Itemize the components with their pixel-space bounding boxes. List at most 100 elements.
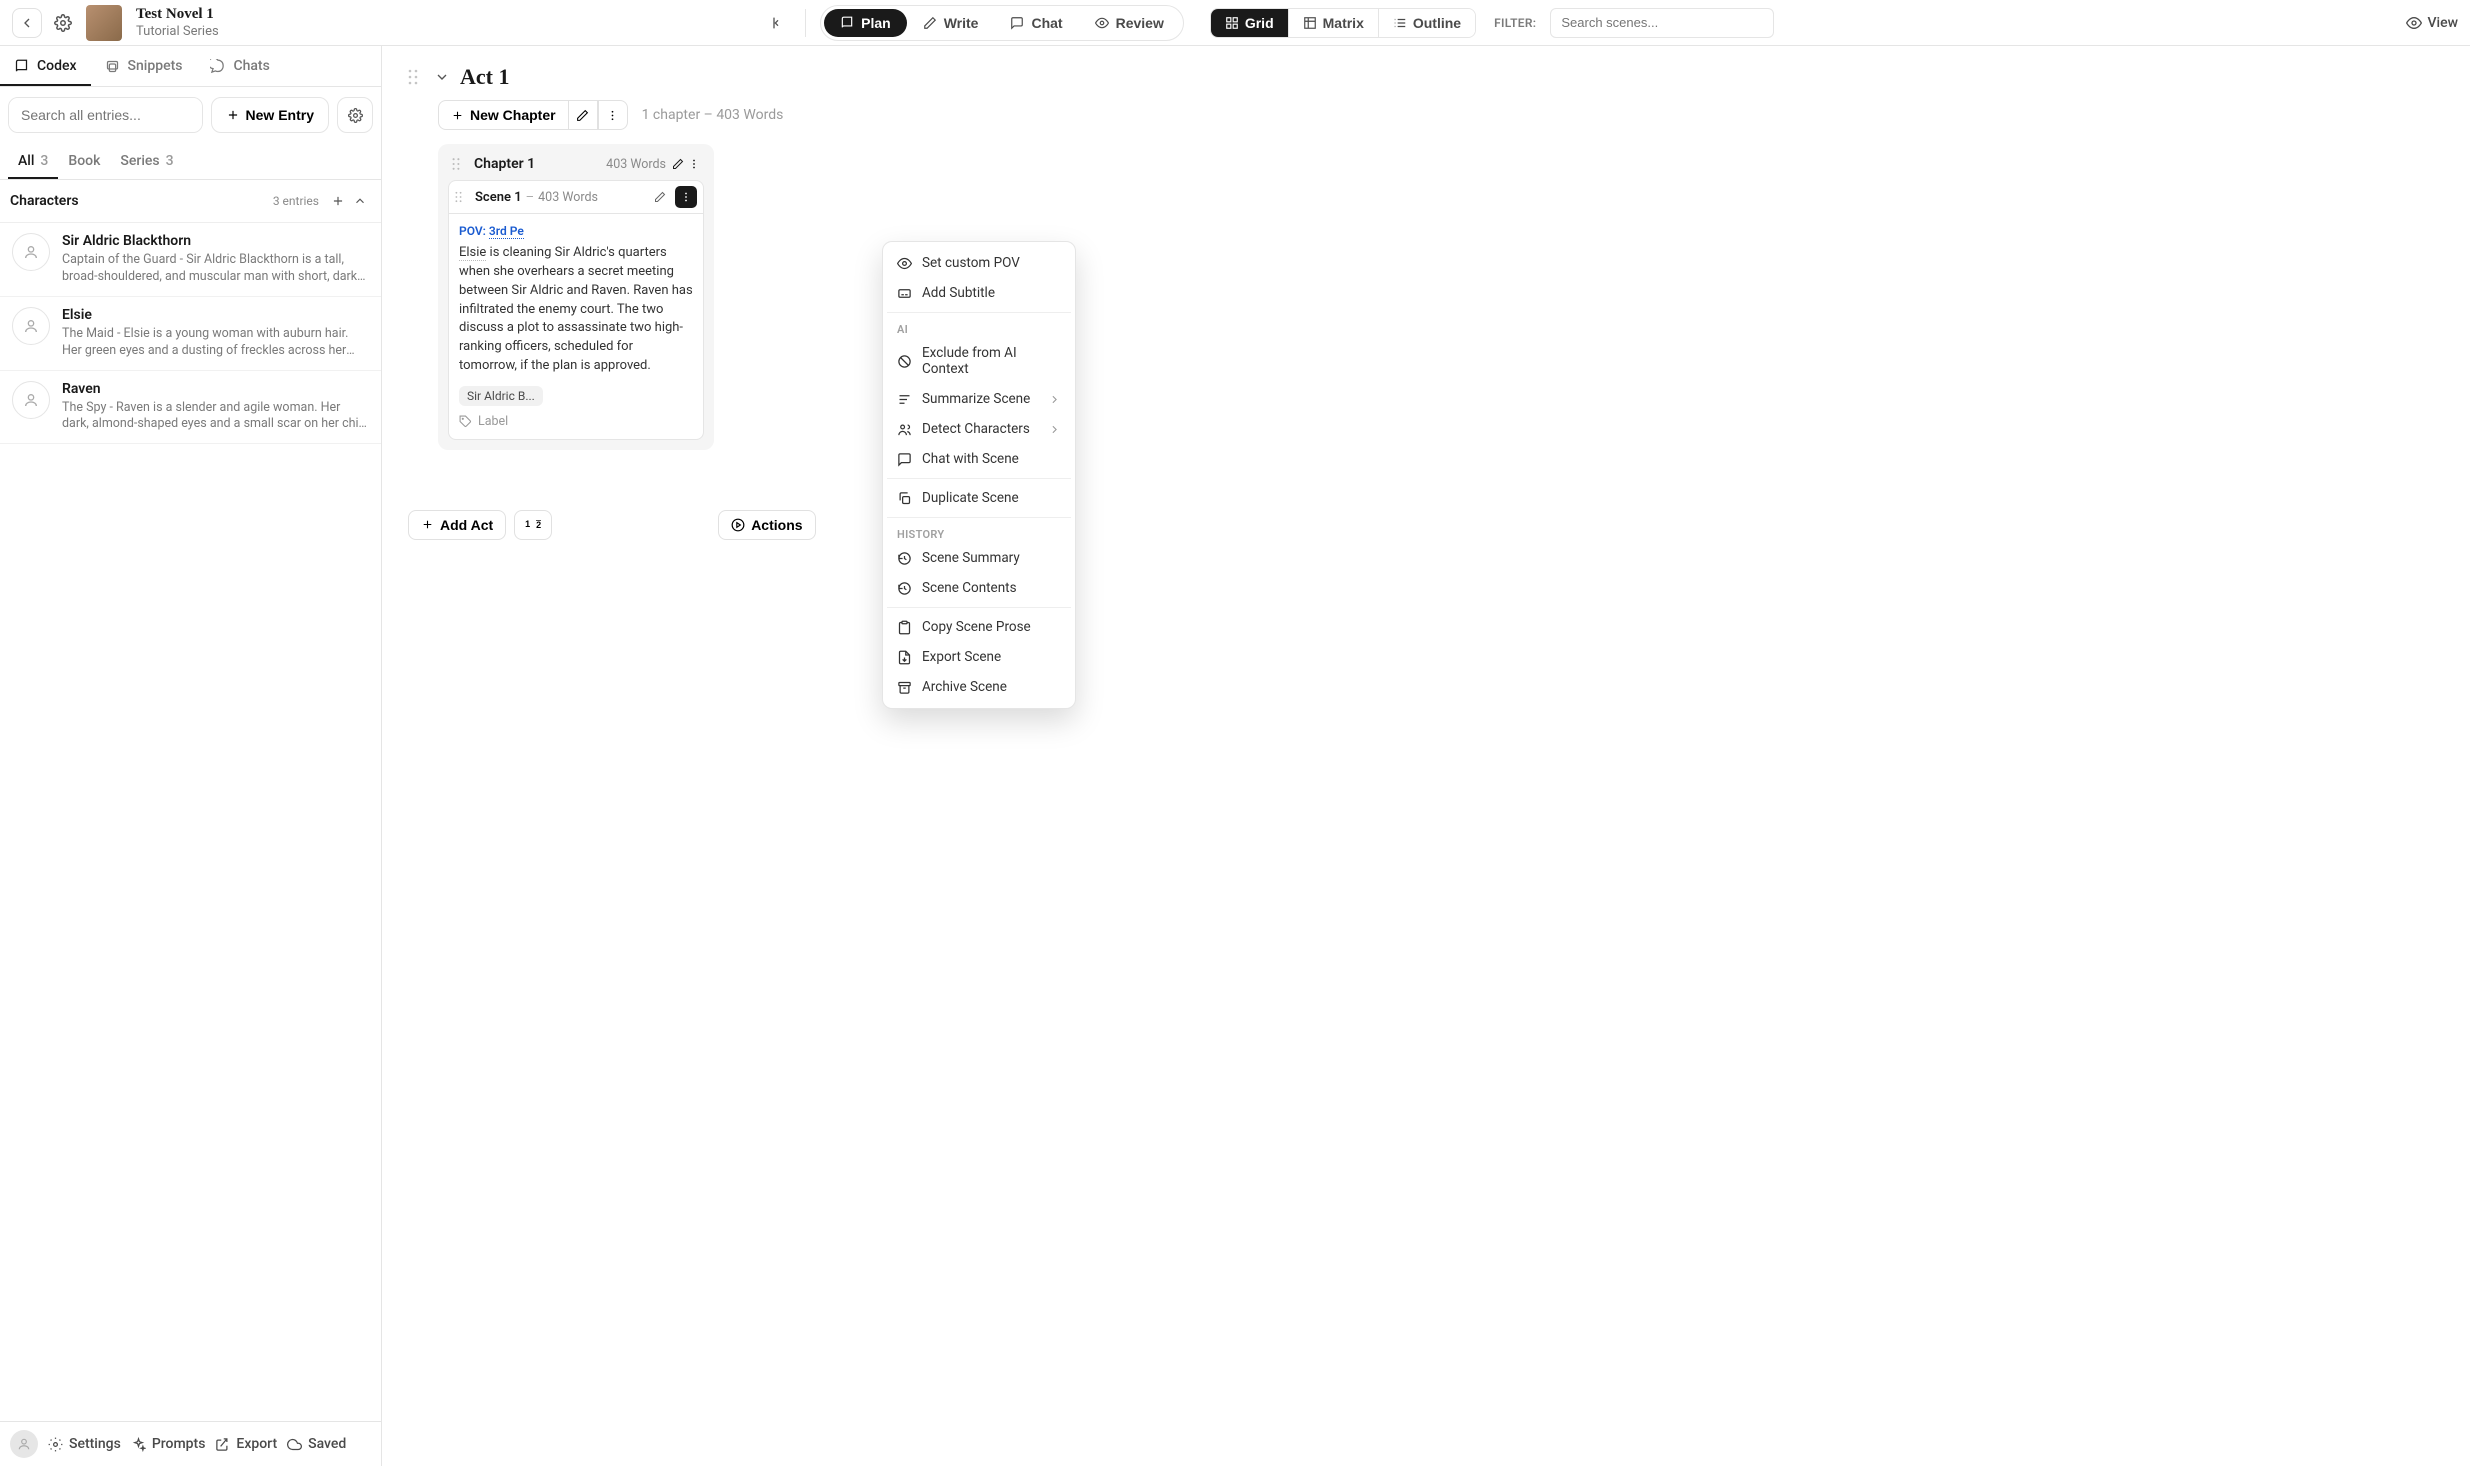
new-entry-button[interactable]: New Entry <box>211 97 329 133</box>
ctx-duplicate[interactable]: Duplicate Scene <box>887 483 1071 513</box>
gear-icon <box>54 14 72 32</box>
filter-label: FILTER: <box>1494 16 1536 30</box>
ctx-add-subtitle[interactable]: Add Subtitle <box>887 278 1071 308</box>
view-outline[interactable]: Outline <box>1379 9 1475 37</box>
back-button[interactable] <box>12 8 42 38</box>
cloud-icon <box>287 1437 302 1452</box>
avatar <box>12 233 50 271</box>
ctx-history-header: HISTORY <box>887 522 1071 543</box>
user-avatar[interactable] <box>10 1430 38 1458</box>
group-characters[interactable]: Characters 3 entries <box>0 180 381 223</box>
group-add-button[interactable] <box>327 190 349 212</box>
collapse-sidebar-button[interactable] <box>761 8 791 38</box>
more-vertical-icon <box>680 191 692 203</box>
ctx-summarize[interactable]: Summarize Scene <box>887 384 1071 414</box>
chapter-more-button[interactable] <box>688 158 700 170</box>
person-icon <box>23 244 39 260</box>
scene-summary[interactable]: Elsie is cleaning Sir Aldric's quarters … <box>459 244 693 376</box>
tab-codex[interactable]: Codex <box>0 46 91 86</box>
act-title[interactable]: Act 1 <box>460 64 509 90</box>
chapter-name[interactable]: Chapter 1 <box>474 156 606 172</box>
filter-tab-all[interactable]: All 3 <box>8 143 58 179</box>
codex-settings-button[interactable] <box>337 97 373 133</box>
footer-export[interactable]: Export <box>215 1436 277 1452</box>
scene-body: POV: 3rd Pe Elsie is cleaning Sir Aldric… <box>448 213 704 440</box>
mode-plan[interactable]: Plan <box>824 9 907 37</box>
act-drag-handle[interactable] <box>408 69 424 85</box>
subtitle-icon <box>897 286 912 301</box>
chat-icon <box>897 452 912 467</box>
scene-title[interactable]: Scene 1 <box>475 190 522 205</box>
tab-chats[interactable]: Chats <box>196 46 283 86</box>
tab-snippets[interactable]: Snippets <box>91 46 197 86</box>
mode-write[interactable]: Write <box>907 9 995 37</box>
list-item[interactable]: RavenThe Spy - Raven is a slender and ag… <box>0 371 381 445</box>
filter-tab-series[interactable]: Series 3 <box>110 143 183 179</box>
codex-search-input[interactable] <box>9 98 203 132</box>
ctx-exclude-ai[interactable]: Exclude from AI Context <box>887 338 1071 384</box>
exclude-icon <box>897 354 912 369</box>
mode-review[interactable]: Review <box>1079 9 1180 37</box>
scene-pov[interactable]: POV: 3rd Pe <box>459 224 693 238</box>
act-toggle[interactable] <box>434 69 450 85</box>
numbered-button[interactable]: 12 <box>514 510 552 540</box>
title-block: Test Novel 1 Tutorial Series <box>136 6 755 38</box>
book-icon <box>840 16 854 30</box>
ctx-chat-scene[interactable]: Chat with Scene <box>887 444 1071 474</box>
history-icon <box>897 551 912 566</box>
drag-icon <box>452 157 460 171</box>
chat-icon <box>1010 16 1024 30</box>
project-subtitle: Tutorial Series <box>136 24 755 39</box>
scene-edit-button[interactable] <box>649 186 671 208</box>
eye-icon <box>2406 15 2422 31</box>
matrix-icon <box>1303 16 1317 30</box>
view-matrix[interactable]: Matrix <box>1289 9 1379 37</box>
actions-button[interactable]: Actions <box>718 510 815 540</box>
history-icon <box>897 581 912 596</box>
group-collapse-button[interactable] <box>349 190 371 212</box>
ctx-scene-summary[interactable]: Scene Summary <box>887 543 1071 573</box>
scene-search-input[interactable] <box>1550 8 1774 38</box>
book-thumbnail[interactable] <box>86 5 122 41</box>
sidebar: Codex Snippets Chats New Entry <box>0 46 382 1466</box>
view-grid[interactable]: Grid <box>1211 9 1289 37</box>
bottom-actions: Add Act 12 Actions <box>408 510 2444 540</box>
scene-more-button[interactable] <box>675 186 697 208</box>
ctx-detect-characters[interactable]: Detect Characters <box>887 414 1071 444</box>
scene-drag-handle[interactable] <box>455 191 471 203</box>
view-menu[interactable]: View <box>2406 15 2459 31</box>
chevron-right-icon <box>1048 423 1061 436</box>
ctx-set-pov[interactable]: Set custom POV <box>887 248 1071 278</box>
edit-chapter-button[interactable] <box>568 100 598 130</box>
new-chapter-button[interactable]: New Chapter <box>438 100 568 130</box>
ctx-scene-contents[interactable]: Scene Contents <box>887 573 1071 603</box>
ctx-copy-prose[interactable]: Copy Scene Prose <box>887 612 1071 642</box>
snippets-icon <box>105 59 120 74</box>
chapter-menu-button[interactable] <box>598 100 628 130</box>
act-row: Act 1 <box>408 64 2444 90</box>
footer-prompts[interactable]: Prompts <box>131 1436 206 1452</box>
chapter-meta: 1 chapter – 403 Words <box>642 107 784 123</box>
footer-settings[interactable]: Settings <box>48 1436 121 1452</box>
project-settings-button[interactable] <box>48 8 78 38</box>
filter-tab-book[interactable]: Book <box>58 143 110 179</box>
project-title: Test Novel 1 <box>136 6 755 23</box>
ctx-export-scene[interactable]: Export Scene <box>887 642 1071 672</box>
gear-icon <box>348 108 363 123</box>
outline-icon <box>1393 16 1407 30</box>
character-chip[interactable]: Sir Aldric B... <box>459 386 543 406</box>
add-act-button[interactable]: Add Act <box>408 510 506 540</box>
avatar <box>12 381 50 419</box>
more-vertical-icon <box>606 109 619 122</box>
chapter-edit-button[interactable] <box>672 158 684 170</box>
list-item[interactable]: ElsieThe Maid - Elsie is a young woman w… <box>0 297 381 371</box>
list-item[interactable]: Sir Aldric BlackthornCaptain of the Guar… <box>0 223 381 297</box>
ctx-archive-scene[interactable]: Archive Scene <box>887 672 1071 702</box>
scene-context-menu: Set custom POV Add Subtitle AI Exclude f… <box>882 241 1076 709</box>
codex-search-wrap <box>8 97 203 133</box>
chapter-drag-handle[interactable] <box>452 157 468 171</box>
gear-icon <box>48 1437 63 1452</box>
mode-chat[interactable]: Chat <box>994 9 1078 37</box>
plus-icon <box>421 518 434 531</box>
scene-label[interactable]: Label <box>459 414 693 429</box>
